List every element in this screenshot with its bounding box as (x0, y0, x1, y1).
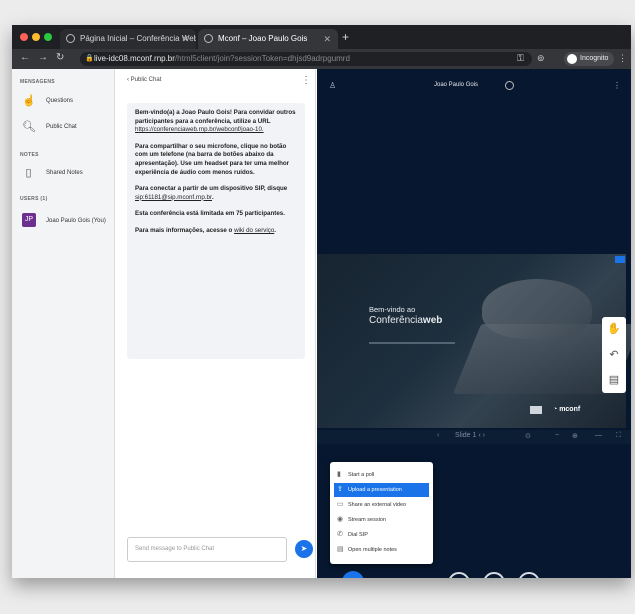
fullscreen-icon[interactable]: ⛶ (616, 432, 621, 440)
menu-kebab-icon[interactable]: ⋮ (618, 53, 627, 64)
user-toggle-icon[interactable]: ♙ (329, 81, 336, 90)
zoom-reset-icon[interactable]: ⊕ (572, 432, 578, 440)
notes-icon: ▤ (337, 546, 344, 553)
clear-annotations-icon[interactable]: ▤ (602, 369, 626, 391)
more-info-paragraph: Para mais informações, acesse o wiki do … (135, 226, 277, 234)
slide-caption-line (369, 342, 455, 344)
meeting-title: Joao Paulo Gois (434, 82, 479, 88)
fit-icon[interactable]: ⊙ (525, 432, 531, 440)
slide-brand-text: Conferênciaweb (369, 315, 443, 326)
invite-link[interactable]: https://conferenciaweb.rnp.br/webconf/jo… (135, 126, 264, 133)
url-field[interactable]: 🔒 live-idc08.mconf.rnp.br/html5client/jo… (80, 52, 532, 66)
chat-search-icon: 🔍︎ (22, 121, 36, 133)
menu-item-share-video[interactable]: ▭ Share an external video (334, 498, 429, 512)
sidebar: MENSAGENS ☝ Questions 🔍︎ Public Chat NOT… (12, 69, 123, 578)
key-icon[interactable]: ⚿ (517, 53, 524, 64)
menu-item-dial-sip[interactable]: ✆ Dial SIP (334, 528, 429, 542)
zoom-in-icon[interactable]: — (595, 432, 602, 439)
wiki-link[interactable]: wiki do serviço (234, 227, 274, 234)
actions-menu: ▮ Start a poll ⇪ Upload a presentation ▭ Sh… (330, 462, 433, 564)
hand-tool-icon[interactable]: ✋ (602, 318, 626, 340)
menu-item-stream-session[interactable]: ◉ Stream session (334, 513, 429, 527)
limit-paragraph: Esta conferência está limitada em 75 par… (135, 210, 285, 218)
stream-icon: ◉ (337, 516, 344, 523)
extension-icon[interactable]: ⊚ (537, 53, 545, 64)
share-mic-paragraph: Para compartilhar o seu microfone, cliqu… (135, 142, 290, 176)
slide-hand-image (482, 279, 592, 339)
tab-home[interactable]: Página Inicial – Conferência Web ✕ (60, 29, 196, 49)
sidebar-item-shared-notes[interactable]: ▯ Shared Notes (22, 165, 110, 181)
browser-window: Página Inicial – Conferência Web ✕ Mconf… (12, 25, 631, 578)
tab-mconf[interactable]: Mconf – Joao Paulo Gois ✕ (198, 29, 338, 49)
forward-icon[interactable]: → (38, 52, 48, 63)
prev-slide-icon[interactable]: ‹ (437, 432, 439, 439)
address-bar: ← → ↻ 🔒 live-idc08.mconf.rnp.br/html5cli… (12, 49, 631, 69)
record-icon[interactable] (505, 81, 514, 90)
messages-header: MENSAGENS (20, 79, 55, 85)
user-list-item[interactable]: JP Joao Paulo Gois (You) (22, 213, 110, 229)
sip-paragraph: Para conectar a partir de um dispositivo… (135, 185, 288, 201)
send-icon: ➤ (300, 544, 308, 553)
send-button[interactable]: ➤ (295, 540, 313, 558)
new-tab-icon[interactable]: + (342, 30, 349, 44)
chat-input[interactable]: Send message to Public Chat (127, 537, 287, 562)
tab-bar: Página Inicial – Conferência Web ✕ Mconf… (12, 25, 631, 49)
chat-panel: ‹ Public Chat ⋮ Bem-vindo(a) a Joao Paul… (115, 69, 316, 578)
sidebar-item-public-chat[interactable]: 🔍︎ Public Chat (22, 119, 110, 135)
incognito-badge[interactable]: Incognito (564, 52, 615, 66)
sip-link[interactable]: sip:61181@sip.mconf.rnp.br (135, 194, 212, 201)
slide-controls: ‹ Slide 1 ‹ › ⊙ − ⊕ — ⛶ (317, 430, 631, 444)
globe-icon (66, 34, 75, 43)
annotation-toolbar: ✋ ↶ ▤ (602, 317, 626, 393)
chat-options-icon[interactable]: ⋮ (301, 75, 311, 86)
welcome-message: Bem-vindo(a) a Joao Paulo Gois! Para con… (127, 103, 305, 359)
close-tab-icon[interactable]: ✕ (181, 29, 189, 49)
users-header: USERS (1) ⚙ (20, 193, 123, 202)
sidebar-item-questions[interactable]: ☝ Questions (22, 93, 110, 109)
notes-icon: ▯ (25, 167, 32, 179)
undo-icon[interactable]: ↶ (602, 344, 626, 366)
hand-icon: ☝ (22, 95, 36, 107)
menu-item-multiple-notes[interactable]: ▤ Open multiple notes (334, 543, 429, 557)
minimize-window-icon[interactable] (32, 33, 40, 41)
upload-icon: ⇪ (337, 486, 343, 493)
menu-item-upload-presentation[interactable]: ⇪ Upload a presentation (334, 483, 429, 497)
minimize-presentation-button[interactable] (615, 256, 625, 263)
menu-item-start-poll[interactable]: ▮ Start a poll (334, 468, 429, 482)
plus-icon: + (349, 574, 357, 578)
slide-welcome-text: Bem-vindo ao (369, 305, 416, 314)
lock-icon: 🔒 (85, 55, 94, 62)
zoom-out-icon[interactable]: − (555, 432, 559, 439)
avatar: JP (22, 213, 36, 227)
welcome-paragraph: Bem-vindo(a) a Joao Paulo Gois! Para con… (135, 109, 296, 134)
incognito-icon (567, 54, 577, 64)
presentation-slide: Bem-vindo ao Conferênciaweb ◔ mconf (317, 254, 631, 428)
close-tab-icon[interactable]: ✕ (323, 29, 331, 49)
globe-icon (204, 34, 213, 43)
slide-selector[interactable]: Slide 1 ‹ › (455, 432, 485, 439)
phone-icon: ✆ (337, 531, 343, 538)
chat-header[interactable]: ‹ Public Chat (127, 77, 161, 83)
meeting-options-icon[interactable]: ⋮ (613, 81, 621, 90)
maximize-window-icon[interactable] (44, 33, 52, 41)
rnp-logo-icon (530, 406, 542, 414)
poll-icon: ▮ (337, 471, 341, 478)
video-icon: ▭ (337, 501, 344, 508)
back-icon[interactable]: ← (20, 52, 30, 63)
mconf-logo: ◔ mconf (553, 406, 581, 413)
close-window-icon[interactable] (20, 33, 28, 41)
reload-icon[interactable]: ↻ (56, 52, 64, 63)
notes-header: NOTES (20, 152, 39, 158)
